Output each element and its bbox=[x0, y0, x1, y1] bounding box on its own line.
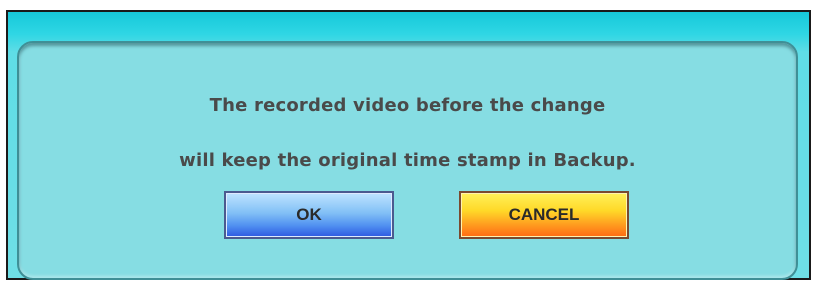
cancel-button-label: CANCEL bbox=[508, 205, 580, 224]
ok-button[interactable]: OK bbox=[224, 191, 394, 239]
cancel-button[interactable]: CANCEL bbox=[459, 191, 629, 239]
message-line-1: The recorded video before the change bbox=[209, 95, 606, 116]
dialog-window: The recorded video before the change wil… bbox=[6, 10, 811, 280]
message-line-2: will keep the original time stamp in Bac… bbox=[179, 150, 636, 171]
ok-button-label: OK bbox=[296, 205, 322, 224]
dialog-panel: The recorded video before the change wil… bbox=[17, 41, 798, 280]
